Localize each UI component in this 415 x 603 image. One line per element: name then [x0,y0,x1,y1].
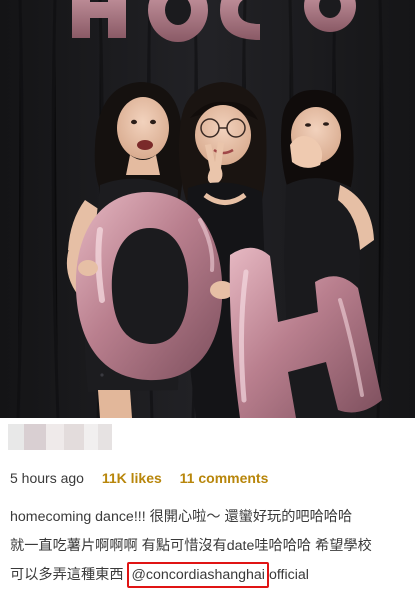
caption-line-3: 可以多弄這種東西 @concordiashanghai official [10,561,410,590]
instagram-post: 5 hours ago 11K likes 11 comments homeco… [0,0,415,603]
comments-count[interactable]: 11 comments [180,470,269,486]
post-photo[interactable] [0,0,415,418]
mention-link[interactable]: @concordiashanghai [131,567,265,583]
post-stats: 5 hours ago 11K likes 11 comments [10,469,282,487]
post-meta: 5 hours ago 11K likes 11 comments homeco… [0,418,415,603]
blurred-username [8,424,112,450]
mention-highlight-box[interactable]: @concordiashanghai [127,562,269,588]
likes-count[interactable]: 11K likes [102,470,162,486]
mention-suffix[interactable]: official [269,567,309,583]
caption-line-3-prefix: 可以多弄這種東西 [10,567,128,583]
caption-line-2: 就一直吃薯片啊啊啊 有點可惜沒有date哇哈哈哈 希望學校 [10,538,372,554]
photo-illustration [0,0,415,418]
post-caption: homecoming dance!!! 很開心啦～ 還蠻好玩的吧哈哈哈 就一直吃… [10,503,410,590]
post-timestamp: 5 hours ago [10,470,84,486]
caption-line-1: homecoming dance!!! 很開心啦～ 還蠻好玩的吧哈哈哈 [10,509,353,525]
